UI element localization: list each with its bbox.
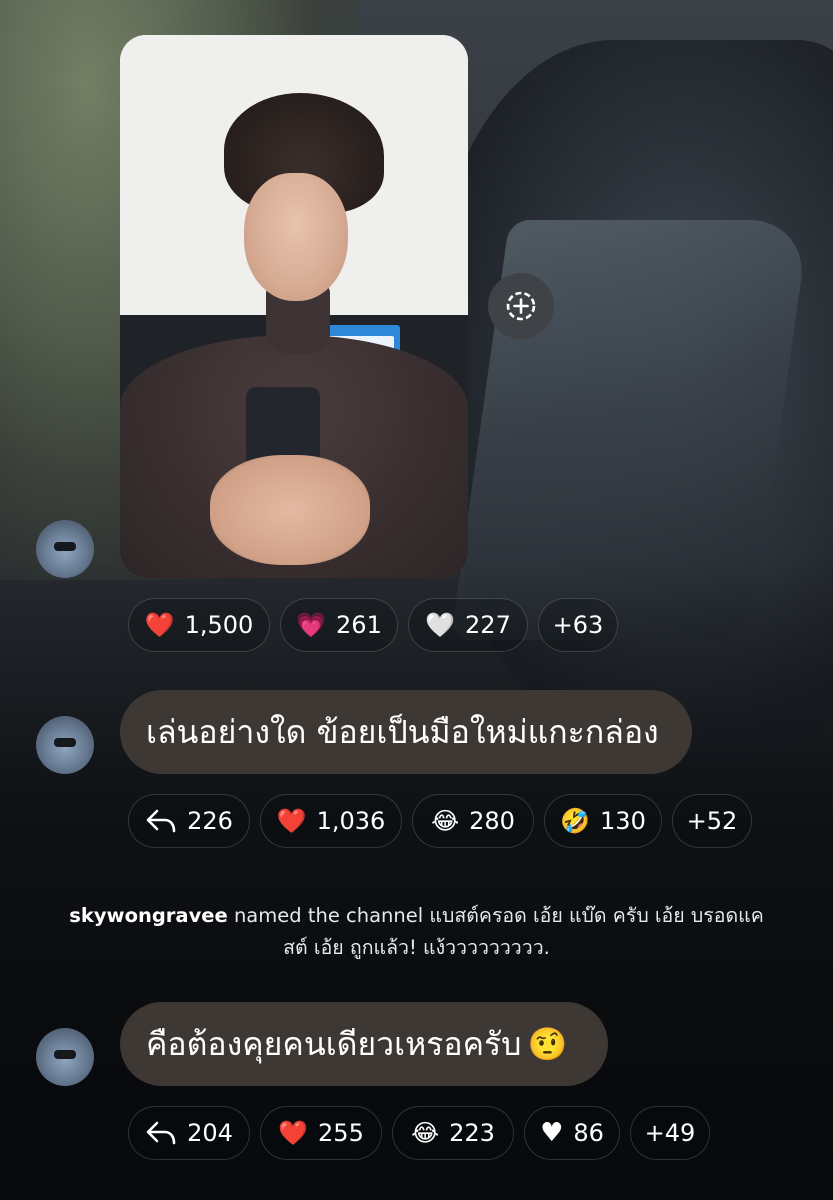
reaction-chip-heart-suit[interactable]: ♥ 86 [524, 1106, 620, 1160]
reaction-count: 227 [465, 611, 511, 639]
system-message: skywongravee named the channel แบสต์ครอด… [60, 900, 773, 964]
reply-arrow-icon [146, 809, 176, 833]
avatar[interactable] [36, 716, 94, 774]
reaction-count: 280 [469, 807, 515, 835]
reaction-chip-white-heart[interactable]: 🤍 227 [408, 598, 528, 652]
reaction-chip-tears-of-joy[interactable]: 😂 223 [392, 1106, 514, 1160]
reaction-count: 223 [449, 1119, 495, 1147]
red-heart-icon: ❤️ [276, 807, 307, 835]
rofl-icon: 🤣 [560, 807, 591, 835]
more-reactions-chip[interactable]: +63 [538, 598, 618, 652]
more-reactions-chip[interactable]: +52 [672, 794, 752, 848]
tears-of-joy-icon: 😂 [431, 807, 460, 835]
reply-chip[interactable]: 204 [128, 1106, 250, 1160]
system-message-text: named the channel แบสต์ครอด เอ้ย แบ๊ด คร… [227, 904, 764, 959]
add-reaction-button[interactable] [488, 273, 554, 339]
more-reactions-count: +49 [644, 1119, 696, 1147]
reply-chip[interactable]: 226 [128, 794, 250, 848]
reaction-count: 86 [573, 1119, 604, 1147]
avatar[interactable] [36, 1028, 94, 1086]
raised-eyebrow-icon: 🤨 [527, 1025, 568, 1063]
message-text: คือต้องคุยคนเดียวเหรอครับ [146, 1024, 522, 1063]
reaction-chip-red-heart[interactable]: ❤️ 255 [260, 1106, 382, 1160]
reaction-count: 255 [318, 1119, 364, 1147]
reaction-count: 130 [600, 807, 646, 835]
photo-face [244, 173, 348, 301]
reaction-chip-red-heart[interactable]: ❤️ 1,036 [260, 794, 402, 848]
reply-count: 226 [187, 807, 233, 835]
reaction-chip-rofl[interactable]: 🤣 130 [544, 794, 662, 848]
reaction-count: 1,036 [316, 807, 386, 835]
photo-hands [210, 455, 370, 565]
avatar[interactable] [36, 520, 94, 578]
reaction-count: 261 [336, 611, 382, 639]
more-reactions-count: +52 [686, 807, 738, 835]
background-shade [0, 560, 833, 1200]
photo-message[interactable] [120, 35, 468, 578]
reaction-count: 1,500 [184, 611, 254, 639]
message-text: เล่นอย่างใด ข้อยเป็นมือใหม่แกะกล่อง [146, 712, 659, 751]
reaction-chip-red-heart[interactable]: ❤️ 1,500 [128, 598, 270, 652]
add-reaction-icon [506, 291, 536, 321]
reply-arrow-icon [146, 1121, 176, 1145]
red-heart-icon: ❤️ [144, 611, 175, 639]
reply-count: 204 [187, 1119, 233, 1147]
white-heart-icon: 🤍 [425, 611, 456, 639]
heart-suit-icon: ♥ [540, 1118, 564, 1148]
pink-heart-icon: 💗 [296, 611, 327, 639]
system-message-username[interactable]: skywongravee [69, 904, 227, 927]
tears-of-joy-icon: 😂 [411, 1119, 440, 1147]
reaction-chip-tears-of-joy[interactable]: 😂 280 [412, 794, 534, 848]
message-bubble[interactable]: เล่นอย่างใด ข้อยเป็นมือใหม่แกะกล่อง [120, 690, 692, 774]
reaction-chip-pink-heart[interactable]: 💗 261 [280, 598, 398, 652]
message-bubble[interactable]: คือต้องคุยคนเดียวเหรอครับ 🤨 [120, 1002, 608, 1086]
more-reactions-count: +63 [552, 611, 604, 639]
red-heart-icon: ❤️ [278, 1119, 309, 1147]
more-reactions-chip[interactable]: +49 [630, 1106, 710, 1160]
